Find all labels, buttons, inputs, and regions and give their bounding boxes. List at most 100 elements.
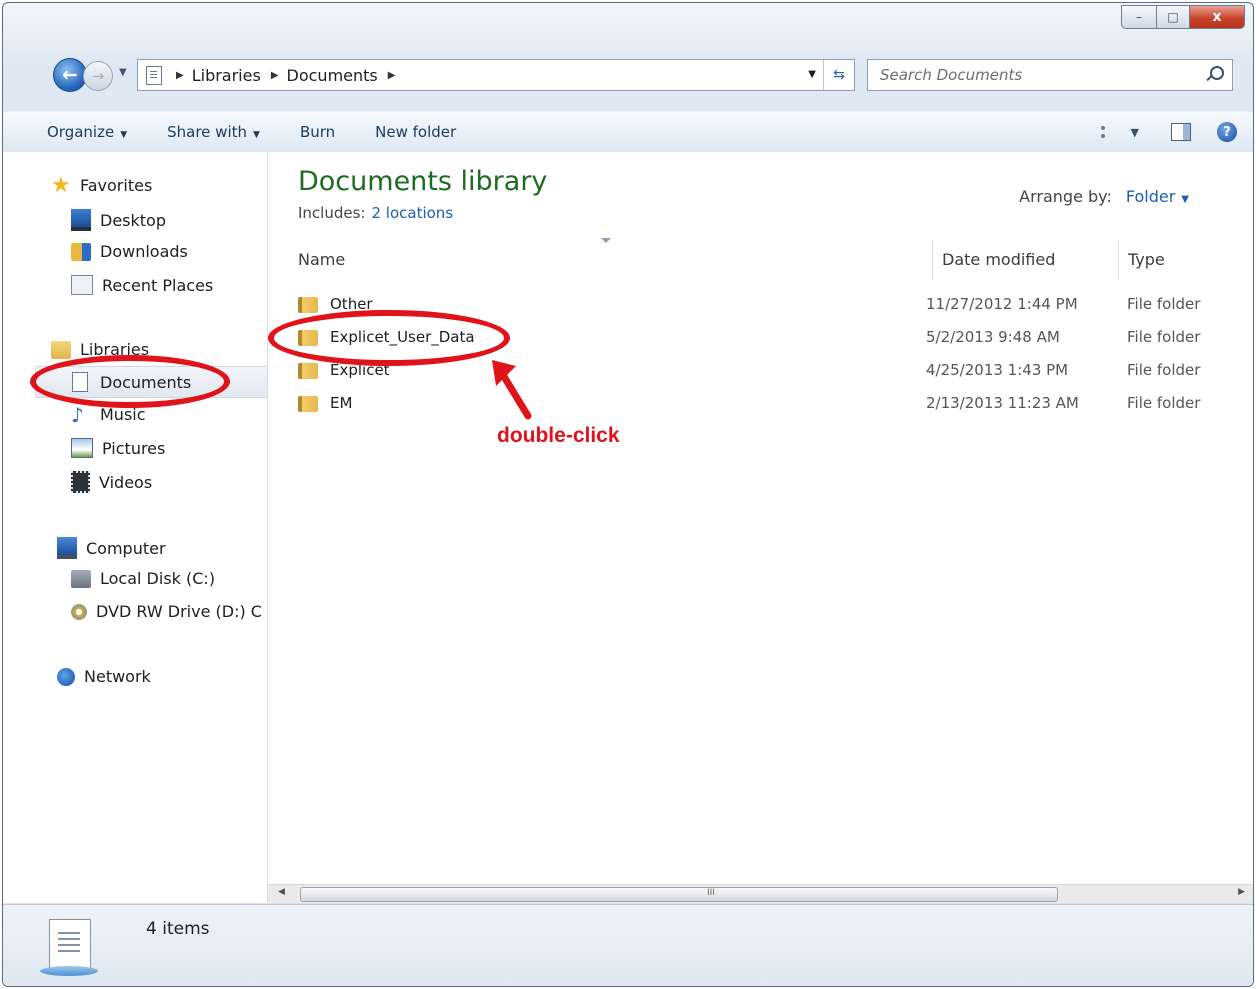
share-with-label: Share with [167,123,248,141]
close-button[interactable]: x [1189,5,1245,29]
music-icon: ♪ [71,402,84,427]
annotation-circle-folder [268,310,510,366]
nav-label: Pictures [102,438,166,458]
file-type: File folder [1127,295,1201,313]
scroll-left-icon[interactable]: ◀ [278,887,285,897]
nav-item-local-disk[interactable]: Local Disk (C:) [71,569,215,588]
caption-buttons: – □ x [1121,5,1245,29]
nav-item-network[interactable]: Network [57,667,151,686]
explorer-window: – □ x ← → ▼ ▶ Libraries ▶ Documents ▶ ▼ … [2,2,1254,987]
command-bar: Organize ▼ Share with ▼ Burn New folder ▼ … [3,111,1253,153]
recent-places-icon [71,275,93,295]
organize-label: Organize [47,123,115,141]
forward-arrow-icon: → [91,67,105,85]
file-date: 2/13/2013 11:23 AM [926,394,1079,412]
nav-item-videos[interactable]: Videos [71,471,152,493]
column-divider[interactable] [1118,240,1119,280]
address-dropdown-icon[interactable]: ▼ [808,69,816,80]
navigation-bar: ← → ▼ ▶ Libraries ▶ Documents ▶ ▼ ⇆ Sear… [3,55,1253,97]
annotation-circle-documents [30,355,230,408]
nav-item-desktop[interactable]: Desktop [71,209,166,231]
search-input[interactable]: Search Documents [880,66,1022,84]
nav-label: Local Disk (C:) [100,569,216,588]
change-view-button[interactable]: ▼ [1100,125,1139,139]
libraries-icon [51,340,71,359]
library-icon [146,65,162,85]
computer-icon [57,537,77,559]
forward-button[interactable]: → [83,61,113,91]
downloads-folder-icon [71,242,91,261]
chevron-down-icon[interactable]: ▼ [1181,194,1189,205]
column-header-name[interactable]: Name [298,250,345,269]
back-button[interactable]: ← [53,58,87,92]
search-box[interactable]: Search Documents [867,59,1233,91]
annotation-arrow-icon [492,360,532,420]
file-date: 11/27/2012 1:44 PM [926,295,1078,313]
desktop-icon [71,209,91,231]
scroll-right-icon[interactable]: ▶ [1238,887,1245,897]
preview-pane-icon[interactable] [1171,123,1191,141]
horizontal-scrollbar[interactable]: ◀ III ▶ [268,884,1253,903]
column-divider[interactable] [932,240,933,280]
minimize-button[interactable]: – [1121,5,1156,29]
chevron-down-icon: ▼ [1130,125,1139,139]
nav-item-dvd-drive[interactable]: DVD RW Drive (D:) C [71,602,262,621]
column-header-date[interactable]: Date modified [942,250,1055,269]
nav-label: Videos [99,472,153,492]
locations-link[interactable]: 2 locations [371,204,453,222]
share-with-button[interactable]: Share with ▼ [147,123,280,141]
file-row[interactable]: EM 2/13/2013 11:23 AM File folder [268,389,1253,421]
nav-label: Desktop [100,210,166,230]
annotation-label: double-click [497,424,620,447]
search-icon[interactable] [1210,66,1224,80]
organize-button[interactable]: Organize ▼ [3,123,147,141]
breadcrumb-chevron-icon[interactable]: ▶ [271,70,279,81]
arrange-label: Arrange by: [1019,187,1112,206]
content-area: ★ Favorites Desktop Downloads Recent Plac… [3,152,1253,903]
folder-icon [298,396,318,412]
nav-label: Downloads [100,242,188,261]
column-header-type[interactable]: Type [1128,250,1165,269]
network-icon [57,667,75,686]
dvd-drive-icon [71,603,87,620]
videos-icon [71,471,90,493]
breadcrumb-documents[interactable]: Documents [287,66,378,85]
nav-label: Network [84,667,151,686]
nav-item-computer[interactable]: Computer [57,537,166,559]
details-view-icon [1100,126,1121,138]
burn-button[interactable]: Burn [280,123,355,141]
nav-label: Recent Places [102,275,214,295]
back-arrow-icon: ← [62,64,78,86]
file-date: 5/2/2013 9:48 AM [926,328,1060,346]
breadcrumb-libraries[interactable]: Libraries [192,66,261,85]
recent-pages-dropdown[interactable]: ▼ [119,67,127,78]
file-type: File folder [1127,394,1201,412]
folder-icon [298,363,318,379]
breadcrumb-chevron-icon[interactable]: ▶ [176,70,184,81]
refresh-button[interactable]: ⇆ [823,60,854,90]
grip-icon: III [707,888,715,898]
nav-item-favorites[interactable]: ★ Favorites [51,172,152,198]
nav-item-pictures[interactable]: Pictures [71,438,165,458]
arrange-by-dropdown[interactable]: Folder [1126,187,1175,206]
command-bar-right: ▼ ? [1100,112,1253,152]
nav-item-recent-places[interactable]: Recent Places [71,275,213,295]
new-folder-button[interactable]: New folder [355,123,476,141]
nav-label: DVD RW Drive (D:) C [96,602,262,621]
folder-icon [298,297,318,313]
chevron-down-icon: ▼ [253,130,260,140]
help-icon[interactable]: ? [1217,122,1237,142]
item-count: 4 items [146,919,210,939]
star-icon: ★ [51,172,71,198]
file-name: EM [330,394,353,412]
hard-disk-icon [71,569,91,588]
file-type: File folder [1127,361,1201,379]
address-bar[interactable]: ▶ Libraries ▶ Documents ▶ ▼ ⇆ [137,59,855,91]
nav-label: Computer [86,538,166,558]
nav-item-downloads[interactable]: Downloads [71,242,188,261]
maximize-button[interactable]: □ [1156,5,1189,29]
breadcrumb-chevron-icon[interactable]: ▶ [388,70,396,81]
scrollbar-thumb[interactable]: III [300,887,1058,902]
pictures-icon [71,438,93,458]
arrange-by: Arrange by: Folder ▼ [1019,187,1189,206]
